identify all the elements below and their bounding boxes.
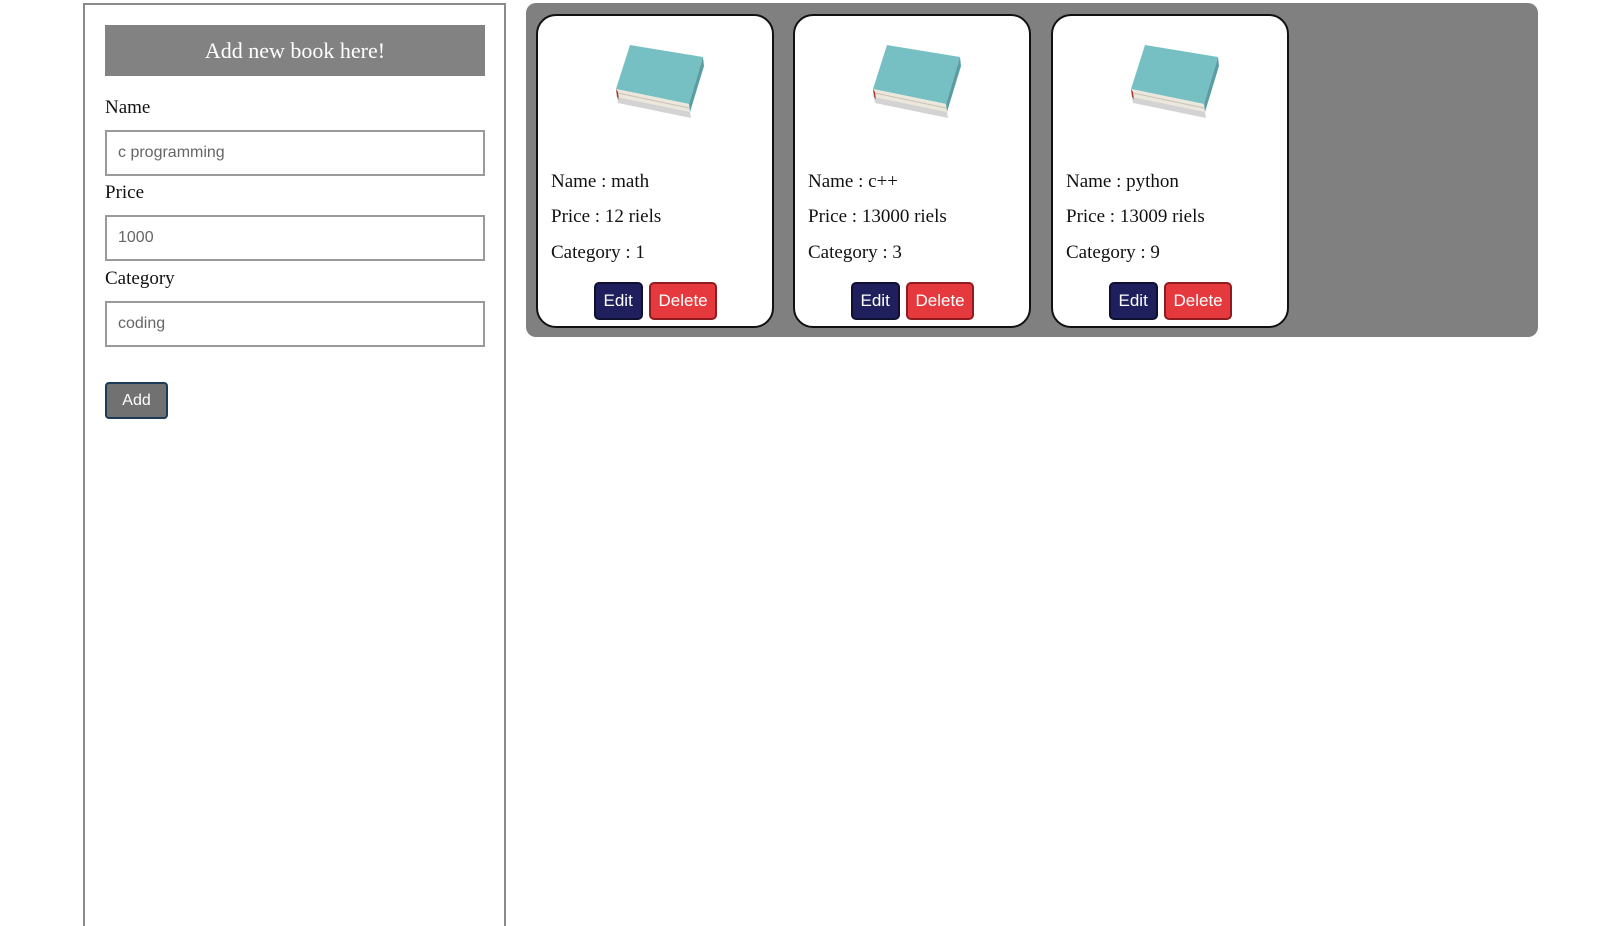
book-price: Price : 13000 riels [808,206,947,227]
page: Add new book here! Name Price Category A… [0,0,1615,926]
book-name: Name : python [1066,171,1179,192]
book-category: Category : 1 [551,242,645,263]
category-label: Category [105,268,175,289]
card-actions: Edit Delete [1053,282,1287,320]
book-card: Name : math Price : 12 riels Category : … [536,14,774,328]
card-actions: Edit Delete [795,282,1029,320]
book-name: Name : c++ [808,171,899,192]
form-header: Add new book here! [105,25,485,76]
price-input[interactable] [105,215,485,261]
book-icon [1131,45,1219,118]
name-label: Name [105,97,151,118]
edit-button[interactable]: Edit [593,282,643,320]
price-label: Price [105,182,145,203]
add-book-form: Add new book here! Name Price Category A… [83,3,506,926]
delete-button[interactable]: Delete [905,282,974,320]
book-price: Price : 13009 riels [1066,206,1205,227]
card-actions: Edit Delete [538,282,772,320]
book-name: Name : math [551,171,650,192]
book-card: Name : python Price : 13009 riels Catego… [1051,14,1289,328]
book-list: Name : math Price : 12 riels Category : … [526,3,1538,337]
book-icon [616,45,704,118]
category-input[interactable] [105,301,485,347]
book-price: Price : 12 riels [551,206,662,227]
book-category: Category : 3 [808,242,902,263]
name-input[interactable] [105,130,485,176]
delete-button[interactable]: Delete [1163,282,1232,320]
book-card: Name : c++ Price : 13000 riels Category … [793,14,1031,328]
book-icon [873,45,961,118]
edit-button[interactable]: Edit [850,282,900,320]
edit-button[interactable]: Edit [1108,282,1158,320]
add-button[interactable]: Add [105,382,168,419]
delete-button[interactable]: Delete [648,282,717,320]
book-category: Category : 9 [1066,242,1160,263]
